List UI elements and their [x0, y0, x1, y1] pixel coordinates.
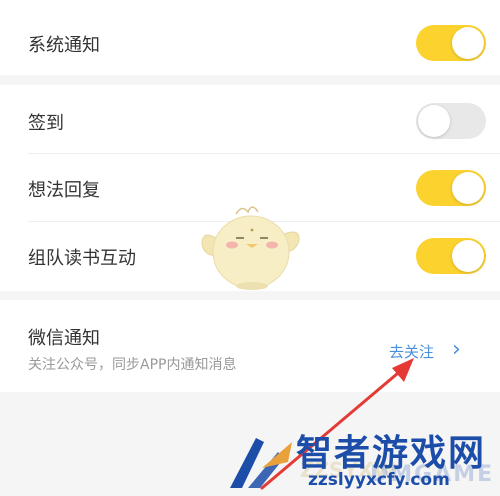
- toggle-knob: [452, 240, 484, 272]
- site-logo: [230, 438, 292, 488]
- watermark-url: zzslyyxcfy.com: [308, 470, 450, 490]
- toggle-knob: [452, 27, 484, 59]
- setting-label: 组队读书互动: [28, 248, 136, 269]
- toggle-knob: [452, 172, 484, 204]
- setting-label: 想法回复: [28, 180, 100, 201]
- setting-row-system-notice: 系统通知: [0, 0, 500, 75]
- group-reading-toggle[interactable]: [416, 238, 486, 274]
- system-notice-toggle[interactable]: [416, 25, 486, 61]
- wechat-notice-subtitle: 关注公众号，同步APP内通知消息: [28, 357, 237, 373]
- follow-button[interactable]: 去关注: [389, 341, 434, 362]
- toggle-knob: [418, 105, 450, 137]
- setting-label: 签到: [28, 113, 64, 134]
- setting-label: 系统通知: [28, 35, 100, 56]
- chevron-right-icon[interactable]: ›: [452, 337, 461, 362]
- watermark-title: 智者游戏网: [296, 433, 487, 474]
- wechat-notice-title: 微信通知: [28, 328, 100, 349]
- setting-row-checkin: 签到: [0, 85, 500, 153]
- mascot-chick-icon: [201, 206, 300, 290]
- idea-reply-toggle[interactable]: [416, 170, 486, 206]
- checkin-toggle[interactable]: [416, 103, 486, 139]
